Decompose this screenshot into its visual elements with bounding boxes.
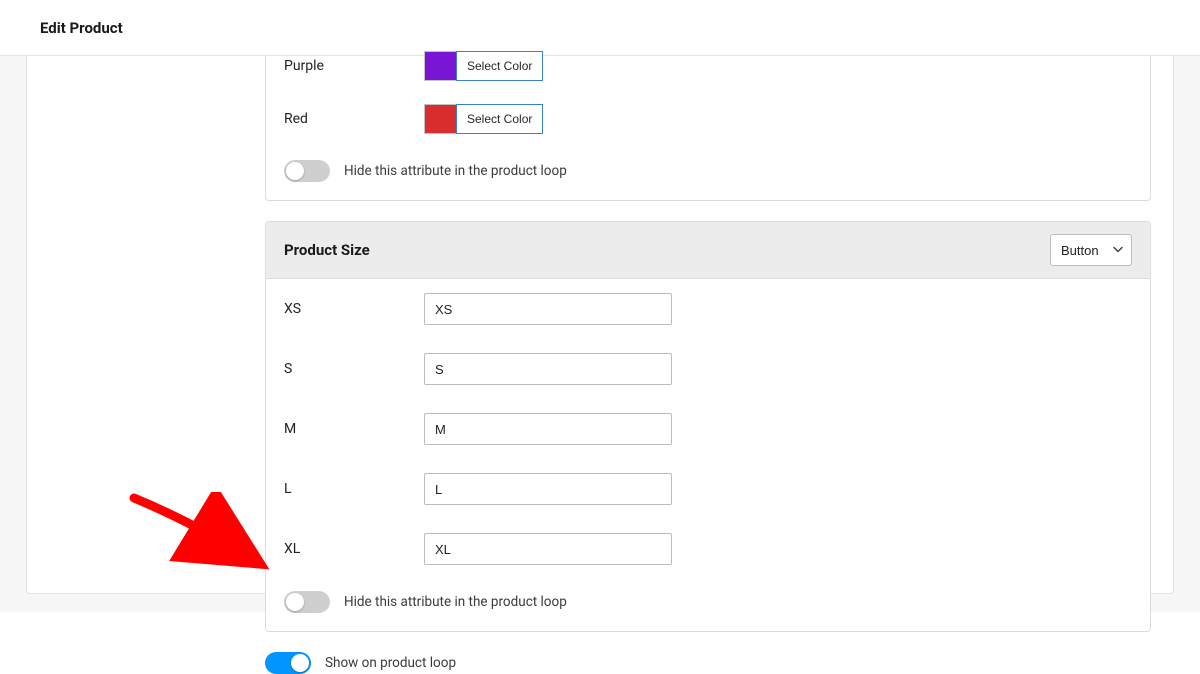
color-label: Purple xyxy=(284,58,424,74)
hide-attribute-toggle-row: Hide this attribute in the product loop xyxy=(284,148,1132,182)
size-row: L xyxy=(284,459,1132,519)
hide-attribute-toggle-label: Hide this attribute in the product loop xyxy=(344,163,567,179)
show-on-loop-label: Show on product loop xyxy=(325,655,456,671)
hide-attribute-toggle[interactable] xyxy=(284,160,330,182)
top-bar: Edit Product xyxy=(0,0,1200,56)
size-input-s[interactable] xyxy=(424,353,672,385)
main-panel: Purple Select Color Red Select Color xyxy=(26,56,1174,594)
select-color-button[interactable]: Select Color xyxy=(456,104,543,134)
size-row: XS xyxy=(284,279,1132,339)
size-input-m[interactable] xyxy=(424,413,672,445)
page-body: Purple Select Color Red Select Color xyxy=(0,56,1200,612)
color-attribute-card: Purple Select Color Red Select Color xyxy=(265,56,1151,201)
color-label: Red xyxy=(284,111,424,127)
color-row-purple: Purple Select Color xyxy=(284,56,1132,90)
page-title: Edit Product xyxy=(40,19,123,37)
size-label: S xyxy=(284,361,424,377)
hide-attribute-toggle-label: Hide this attribute in the product loop xyxy=(344,594,567,610)
show-on-loop-toggle[interactable] xyxy=(265,652,311,674)
color-swatch-purple xyxy=(424,51,456,81)
size-attribute-card: Product Size Button XS xyxy=(265,221,1151,632)
size-attribute-header: Product Size Button xyxy=(266,222,1150,279)
size-label: M xyxy=(284,421,424,437)
color-swatch-red xyxy=(424,104,456,134)
select-color-button[interactable]: Select Color xyxy=(456,51,543,81)
size-row: M xyxy=(284,399,1132,459)
size-input-xs[interactable] xyxy=(424,293,672,325)
size-row: XL xyxy=(284,519,1132,579)
show-on-loop-row: Show on product loop xyxy=(265,652,1151,674)
hide-attribute-toggle-row: Hide this attribute in the product loop xyxy=(284,579,1132,613)
attribute-type-select[interactable]: Button xyxy=(1050,234,1132,266)
size-input-xl[interactable] xyxy=(424,533,672,565)
size-attribute-title: Product Size xyxy=(284,241,370,259)
size-input-l[interactable] xyxy=(424,473,672,505)
color-row-red: Red Select Color xyxy=(284,90,1132,148)
size-label: L xyxy=(284,481,424,497)
size-label: XS xyxy=(284,301,424,317)
size-row: S xyxy=(284,339,1132,399)
hide-attribute-toggle[interactable] xyxy=(284,591,330,613)
size-label: XL xyxy=(284,541,424,557)
